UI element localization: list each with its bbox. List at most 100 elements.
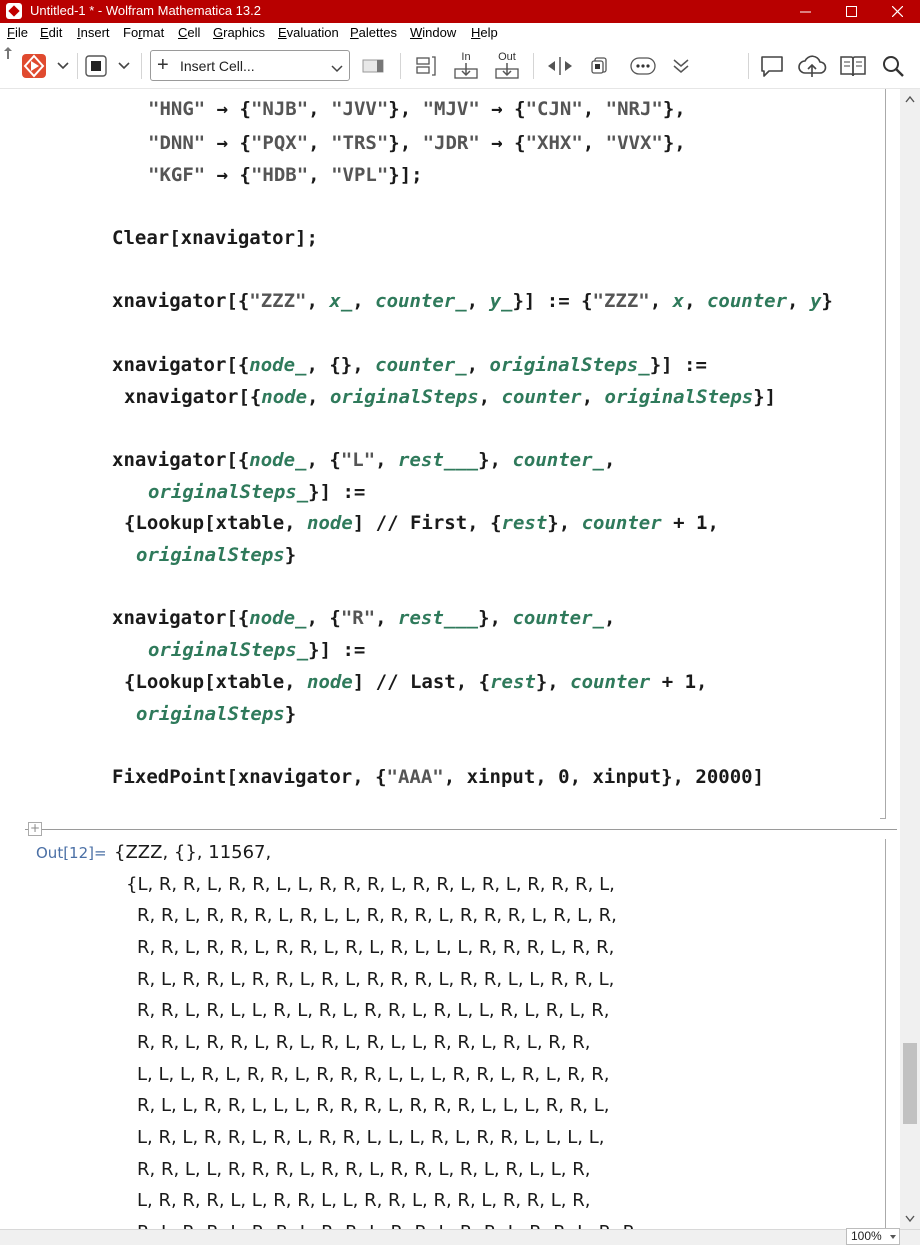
menu-format[interactable]: Format: [123, 25, 164, 41]
evaluate-dropdown-chevron-icon[interactable]: [54, 57, 72, 75]
toolbar-separator: [141, 53, 142, 79]
maximize-button[interactable]: [828, 0, 874, 23]
add-cell-plus-icon[interactable]: +: [28, 822, 42, 836]
code-line[interactable]: originalSteps}: [136, 702, 296, 726]
menu-bar: File Edit Insert Format Cell Graphics Ev…: [0, 23, 920, 43]
output-line: R, L, R, R, L, R, R, L, R, R, L, R, R, L…: [137, 1221, 635, 1229]
scroll-down-arrow-icon: [905, 1215, 915, 1223]
output-line: L, L, L, R, L, R, R, L, R, R, R, L, L, L…: [137, 1064, 610, 1085]
toolbar-separator: [533, 53, 534, 79]
chat-icon: [761, 56, 783, 77]
expand-toolbar-button[interactable]: [668, 53, 694, 79]
merge-cells-icon: [591, 57, 607, 74]
code-line[interactable]: {Lookup[xtable, node] // Last, {rest}, c…: [124, 670, 707, 694]
code-line[interactable]: FixedPoint[xnavigator, {"AAA", xinput, 0…: [112, 765, 764, 789]
insert-cell-label: Insert Cell...: [180, 58, 255, 74]
code-line[interactable]: originalSteps}: [136, 543, 296, 567]
title-bar: Untitled-1 * - Wolfram Mathematica 13.2: [0, 0, 920, 23]
menu-palettes[interactable]: Palettes: [350, 25, 397, 41]
insert-cell-dropdown[interactable]: + Insert Cell...: [150, 50, 350, 81]
close-button[interactable]: [874, 0, 920, 23]
notebook-content[interactable]: "HNG" → {"NJB", "JVV"}, "MJV" → {"CJN", …: [0, 89, 900, 1229]
output-line: {L, R, R, L, R, R, L, L, R, R, R, L, R, …: [126, 874, 615, 895]
more-options-icon: [630, 57, 656, 75]
input-cell-bracket[interactable]: [880, 89, 886, 819]
cell-style-button[interactable]: [360, 55, 388, 77]
abort-button[interactable]: [83, 53, 109, 79]
code-line[interactable]: xnavigator[{node_, {"L", rest___}, count…: [112, 448, 615, 472]
evaluate-icon: [22, 54, 46, 78]
code-line[interactable]: xnavigator[{node_, {"R", rest___}, count…: [112, 606, 615, 630]
zoom-selector[interactable]: 100%: [846, 1228, 900, 1245]
close-icon: [891, 6, 903, 17]
toolbar-pin-icon[interactable]: [3, 46, 13, 60]
menu-help[interactable]: Help: [471, 25, 498, 41]
mathematica-logo-icon: [6, 3, 22, 19]
code-line[interactable]: "HNG" → {"NJB", "JVV"}, "MJV" → {"CJN", …: [148, 97, 686, 121]
output-line: R, R, L, R, R, L, R, R, L, R, L, R, L, L…: [137, 937, 615, 958]
in-arrow-icon: [454, 62, 478, 79]
output-line: R, R, L, L, R, R, R, L, R, R, L, R, R, L…: [137, 1159, 591, 1180]
toolbar: + Insert Cell... In Out: [0, 43, 920, 89]
code-line[interactable]: originalSteps_}] :=: [148, 638, 365, 662]
status-bar: [0, 1229, 920, 1245]
menu-insert[interactable]: Insert: [77, 25, 110, 41]
cell-insertion-line: [25, 829, 897, 830]
output-line: R, L, L, R, R, L, L, L, R, R, R, L, R, R…: [137, 1095, 610, 1116]
double-chevron-down-icon: [673, 59, 689, 73]
merge-cells-button[interactable]: [586, 53, 612, 79]
book-icon: [840, 56, 866, 77]
code-line[interactable]: xnavigator[{"ZZZ", x_, counter_, y_}] :=…: [112, 289, 833, 313]
menu-cell[interactable]: Cell: [178, 25, 200, 41]
in-label: In: [461, 50, 471, 63]
code-line[interactable]: originalSteps_}] :=: [148, 480, 365, 504]
output-first-line: {ZZZ, {}, 11567,: [114, 842, 272, 863]
cloud-upload-icon: [798, 55, 827, 77]
more-options-button[interactable]: [628, 53, 658, 79]
toolbar-separator: [400, 53, 401, 79]
menu-file[interactable]: File: [7, 25, 28, 41]
menu-window[interactable]: Window: [410, 25, 456, 41]
toolbar-separator: [77, 53, 78, 79]
menu-evaluation[interactable]: Evaluation: [278, 25, 339, 41]
cell-bracket-button[interactable]: [412, 53, 440, 79]
stop-icon: [85, 55, 107, 77]
output-line: R, L, R, R, L, R, R, L, R, L, R, R, R, L…: [137, 969, 615, 990]
output-line: R, R, L, R, R, R, L, R, L, L, R, R, R, L…: [137, 905, 617, 926]
abort-dropdown-chevron-icon[interactable]: [115, 57, 133, 75]
cell-bracket-icon: [416, 56, 436, 76]
minimize-icon: [799, 11, 811, 13]
maximize-icon: [845, 6, 857, 17]
evaluate-notebook-button[interactable]: [20, 52, 48, 80]
window-title: Untitled-1 * - Wolfram Mathematica 13.2: [30, 3, 261, 18]
cell-style-icon: [362, 59, 384, 73]
search-icon: [883, 56, 904, 77]
output-line: L, R, L, R, R, L, R, L, R, R, L, L, L, R…: [137, 1127, 605, 1148]
code-line[interactable]: "KGF" → {"HDB", "VPL"}];: [148, 163, 423, 187]
code-line[interactable]: {Lookup[xtable, node] // First, {rest}, …: [124, 511, 719, 535]
documentation-button[interactable]: [838, 51, 868, 81]
output-line: R, R, L, R, R, L, R, L, R, L, R, L, L, R…: [137, 1032, 591, 1053]
scrollbar-thumb[interactable]: [903, 1043, 917, 1124]
out-arrow-icon: [495, 62, 519, 79]
minimize-button[interactable]: [782, 0, 828, 23]
output-line: R, R, L, R, L, L, R, L, R, L, R, R, L, R…: [137, 1000, 610, 1021]
output-cell-bracket[interactable]: [880, 839, 886, 1229]
search-button[interactable]: [878, 51, 908, 81]
code-line[interactable]: "DNN" → {"PQX", "TRS"}, "JDR" → {"XHX", …: [148, 131, 686, 155]
code-line[interactable]: xnavigator[{node, originalSteps, counter…: [124, 385, 776, 409]
code-line[interactable]: Clear[xnavigator];: [112, 226, 318, 250]
output-line: L, R, R, R, L, L, R, R, L, L, R, R, L, R…: [137, 1190, 591, 1211]
in-button[interactable]: In: [451, 48, 481, 84]
code-line[interactable]: xnavigator[{node_, {}, counter_, origina…: [112, 353, 707, 377]
menu-edit[interactable]: Edit: [40, 25, 62, 41]
divide-cell-button[interactable]: [545, 53, 575, 79]
chevron-down-icon: [331, 60, 343, 78]
out-button[interactable]: Out: [492, 48, 522, 84]
chat-button[interactable]: [757, 51, 787, 81]
plus-icon: +: [157, 54, 169, 76]
menu-graphics[interactable]: Graphics: [213, 25, 265, 41]
zoom-value: 100%: [851, 1229, 882, 1243]
output-label: Out[12]=: [36, 844, 107, 862]
cloud-publish-button[interactable]: [796, 51, 828, 81]
